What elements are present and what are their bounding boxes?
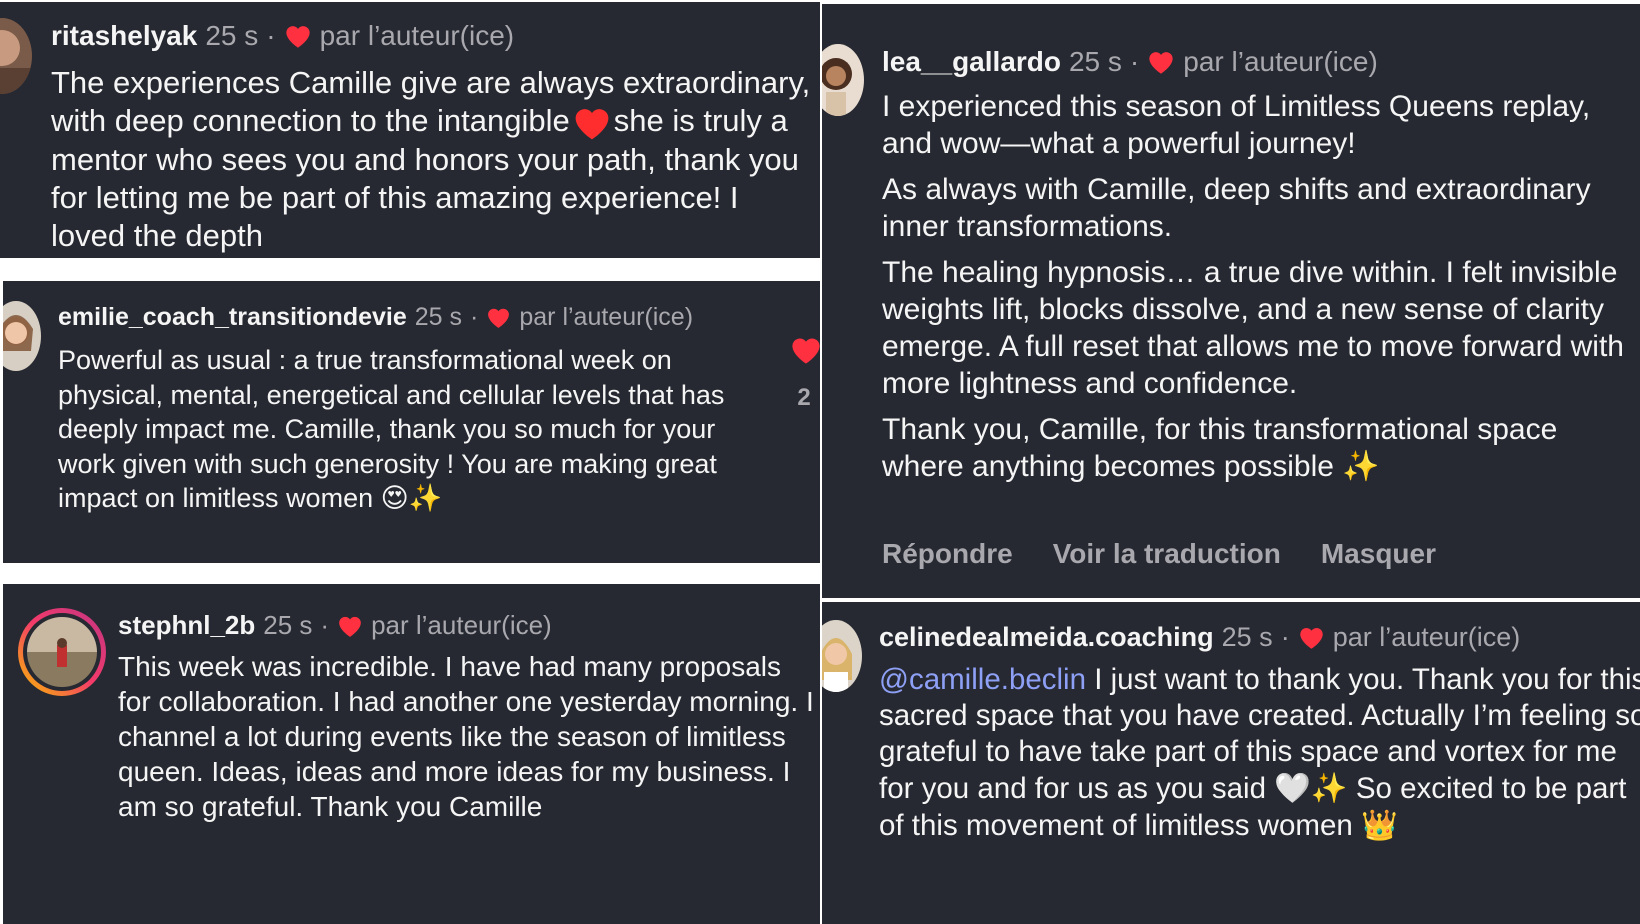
comment-paragraph: Thank you, Camille, for this transformat… (882, 413, 1558, 483)
liked-by-author-label: par l’auteur(ice) (519, 303, 694, 331)
username-link[interactable]: celinedealmeida.coaching (879, 622, 1214, 653)
comment-header: stephnl_2b 25 s · par l’auteur(ice) (118, 610, 552, 641)
heart-emoji-icon (575, 109, 609, 140)
heart-icon (488, 308, 510, 328)
comment-card: ritashelyak 25 s · par l’auteur(ice) The… (0, 2, 820, 258)
avatar-image (3, 301, 41, 371)
reply-button[interactable]: Répondre (882, 538, 1013, 570)
avatar[interactable] (0, 18, 32, 94)
like-count: 2 (797, 384, 811, 411)
comment-header: ritashelyak 25 s · par l’auteur(ice) (51, 20, 514, 52)
comment-actions: Répondre Voir la traduction Masquer (882, 538, 1436, 570)
avatar[interactable] (822, 620, 862, 692)
comment-paragraph: The healing hypnosis… a true dive within… (882, 256, 1624, 400)
see-translation-button[interactable]: Voir la traduction (1053, 538, 1281, 570)
comment-header: lea__gallardo 25 s · par l’auteur(ice) (882, 46, 1378, 78)
separator-dot: · (470, 303, 479, 331)
separator-dot: · (320, 610, 330, 640)
heart-icon (285, 26, 310, 48)
username-link[interactable]: stephnl_2b (118, 610, 255, 641)
crown-emoji: 👑 (1361, 808, 1398, 842)
heart-icon[interactable] (789, 335, 820, 365)
comment-header: celinedealmeida.coaching 25 s · par l’au… (879, 622, 1520, 653)
comment-text: This week was incredible. I have had man… (118, 651, 814, 822)
separator-dot: · (1129, 46, 1140, 77)
avatar[interactable] (822, 44, 864, 116)
liked-by-author-label: par l’auteur(ice) (319, 20, 515, 51)
heart-icon (1149, 52, 1173, 74)
comment-text: Powerful as usual : a true transformatio… (58, 345, 725, 515)
avatar-image (27, 617, 97, 687)
mention-link[interactable]: @camille.beclin (879, 663, 1086, 696)
avatar[interactable] (18, 608, 106, 696)
emoji: 🤍✨ (1274, 771, 1348, 805)
emoji: 😍✨ (380, 483, 443, 515)
comment-paragraph: I experienced this season of Limitless Q… (882, 90, 1591, 160)
heart-icon (339, 616, 361, 637)
avatar-image (822, 620, 862, 692)
comment-card: lea__gallardo 25 s · par l’auteur(ice) I… (822, 4, 1640, 598)
liked-by-author-label: par l’auteur(ice) (1183, 46, 1378, 77)
separator-dot: · (1280, 622, 1290, 652)
avatar-image (822, 44, 864, 116)
comment-header: emilie_coach_transitiondevie 25 s · par … (58, 303, 693, 332)
hide-button[interactable]: Masquer (1321, 538, 1436, 570)
username-link[interactable]: lea__gallardo (882, 46, 1061, 78)
timestamp: 25 s (1068, 46, 1122, 77)
like-control[interactable]: 2 (789, 335, 820, 412)
comment-paragraph: As always with Camille, deep shifts and … (882, 173, 1591, 243)
comment-text: @camille.beclin I just want to thank you… (879, 663, 1640, 842)
heart-icon (1299, 628, 1323, 649)
timestamp: 25 s (1221, 622, 1273, 652)
username-link[interactable]: emilie_coach_transitiondevie (58, 303, 407, 332)
comment-card: stephnl_2b 25 s · par l’auteur(ice) This… (3, 584, 820, 924)
liked-by-author-label: par l’auteur(ice) (371, 610, 552, 640)
comment-card: celinedealmeida.coaching 25 s · par l’au… (822, 602, 1640, 924)
separator-dot: · (266, 20, 276, 51)
timestamp: 25 s (205, 20, 259, 51)
comment-text: The experiences Camille give are always … (51, 65, 811, 253)
timestamp: 25 s (263, 610, 313, 640)
avatar[interactable] (3, 301, 41, 371)
avatar-image (0, 18, 32, 94)
timestamp: 25 s (414, 303, 463, 331)
comment-text: I experienced this season of Limitless Q… (882, 88, 1640, 485)
liked-by-author-label: par l’auteur(ice) (1332, 622, 1521, 652)
comment-card: emilie_coach_transitiondevie 25 s · par … (3, 281, 820, 563)
username-link[interactable]: ritashelyak (51, 20, 197, 52)
